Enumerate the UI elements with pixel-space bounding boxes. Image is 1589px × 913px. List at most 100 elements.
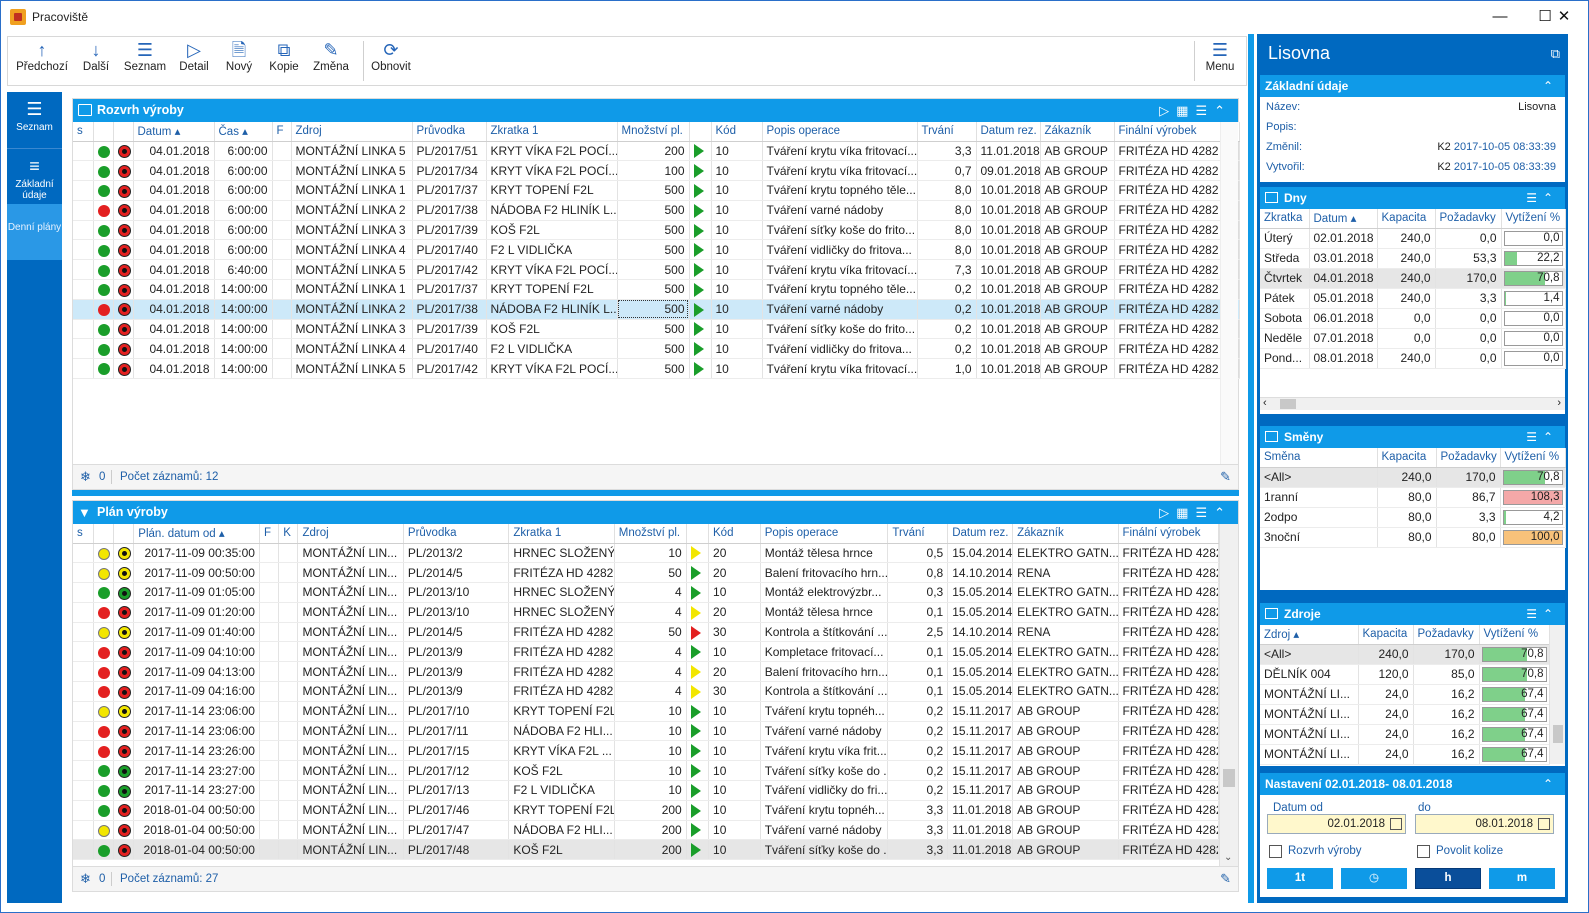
quantity-cell[interactable]: 500 bbox=[617, 319, 690, 340]
column-header[interactable]: Vytížení % bbox=[1479, 625, 1550, 645]
calendar-icon[interactable] bbox=[1390, 818, 1402, 830]
unit-clock-button[interactable]: ◷ bbox=[1341, 868, 1407, 889]
quantity-cell[interactable]: 500 bbox=[617, 358, 690, 380]
schedule-scrollbar[interactable] bbox=[1220, 122, 1238, 465]
table-row[interactable]: Úterý 02.01.2018 240,0 0,0 0,0 bbox=[1260, 228, 1566, 249]
table-row[interactable]: 2017-11-14 23:27:00 MONTÁŽNÍ LIN... PL/201… bbox=[73, 760, 1220, 782]
column-header[interactable]: Kapacita bbox=[1377, 448, 1437, 468]
column-header[interactable]: Požadavky bbox=[1413, 625, 1480, 645]
nav-item-list[interactable]: ☰ Seznam bbox=[7, 92, 62, 146]
previous-button[interactable]: ↑ Předchozí bbox=[13, 37, 71, 85]
edit-icon[interactable]: ✎ bbox=[1220, 465, 1231, 489]
column-header[interactable]: Zdroj ▴ bbox=[1260, 625, 1359, 645]
table-row[interactable]: 04.01.2018 6:00:00 MONTÁŽNÍ LINKA 4 PL/2017… bbox=[73, 239, 1240, 261]
column-header[interactable]: s bbox=[73, 122, 94, 142]
column-header[interactable]: Zákazník bbox=[1012, 524, 1119, 544]
panel-tools[interactable]: ☰⌃ bbox=[1526, 187, 1559, 209]
table-row[interactable]: 2018-01-04 00:50:00 MONTÁŽNÍ LIN... PL/201… bbox=[73, 839, 1220, 861]
table-row[interactable]: 2017-11-14 23:27:00 MONTÁŽNÍ LIN... PL/201… bbox=[73, 780, 1220, 801]
refresh-button[interactable]: ⟳ Obnovit bbox=[366, 37, 416, 85]
column-header[interactable]: Zákazník bbox=[1040, 122, 1115, 142]
table-row[interactable]: 04.01.2018 6:00:00 MONTÁŽNÍ LINKA 5 PL/2017… bbox=[73, 141, 1240, 162]
column-header[interactable] bbox=[93, 524, 115, 544]
table-row[interactable]: <All> 240,0 170,0 70,8 bbox=[1260, 467, 1566, 488]
changed-link[interactable]: 2017-10-05 08:33:39 bbox=[1454, 141, 1556, 153]
column-header[interactable]: Množství pl. bbox=[617, 122, 690, 142]
date-to-input[interactable]: 08.01.2018 bbox=[1415, 814, 1554, 834]
column-header[interactable]: Kapacita bbox=[1377, 209, 1436, 229]
quantity-cell[interactable]: 500 bbox=[617, 299, 690, 320]
column-header[interactable] bbox=[113, 122, 134, 142]
copy-button[interactable]: ⧉ Kopie bbox=[263, 37, 305, 85]
schedule-checkbox[interactable] bbox=[1269, 845, 1282, 858]
panel-tools[interactable]: ▷▦☰⌃ bbox=[1159, 501, 1232, 524]
table-row[interactable]: 2017-11-09 00:35:00 MONTÁŽNÍ LIN... PL/201… bbox=[73, 543, 1220, 564]
column-header[interactable]: Kapacita bbox=[1358, 625, 1414, 645]
table-row[interactable]: 04.01.2018 6:00:00 MONTÁŽNÍ LINKA 2 PL/2017… bbox=[73, 200, 1240, 221]
popout-icon[interactable]: ⧉ bbox=[1551, 46, 1560, 62]
column-header[interactable]: Zdroj bbox=[297, 524, 404, 544]
quantity-cell[interactable]: 500 bbox=[617, 239, 690, 261]
table-row[interactable]: DĚLNÍK 004 120,0 85,0 70,8 bbox=[1260, 664, 1550, 685]
table-row[interactable]: 04.01.2018 14:00:00 MONTÁŽNÍ LINKA 1 PL/201… bbox=[73, 279, 1240, 300]
table-row[interactable]: 2017-11-09 00:50:00 MONTÁŽNÍ LIN... PL/201… bbox=[73, 562, 1220, 584]
column-header[interactable]: Zkratka 1 bbox=[508, 524, 615, 544]
vertical-splitter[interactable] bbox=[1248, 34, 1254, 903]
table-row[interactable]: 2017-11-09 04:16:00 MONTÁŽNÍ LIN... PL/201… bbox=[73, 681, 1220, 702]
column-header[interactable]: Průvodka bbox=[412, 122, 487, 142]
next-button[interactable]: ↓ Další bbox=[74, 37, 118, 85]
table-row[interactable]: 2018-01-04 00:50:00 MONTÁŽNÍ LIN... PL/201… bbox=[73, 800, 1220, 821]
table-row[interactable]: MONTÁŽNÍ LI... 24,0 16,2 67,4 bbox=[1260, 724, 1550, 745]
nav-item-basic[interactable]: ≡ Základní údaje bbox=[7, 148, 62, 202]
created-link[interactable]: 2017-10-05 08:33:39 bbox=[1454, 161, 1556, 173]
table-row[interactable]: 04.01.2018 14:00:00 MONTÁŽNÍ LINKA 2 PL/201… bbox=[73, 299, 1240, 320]
column-header[interactable]: Trvání bbox=[917, 122, 977, 142]
table-row[interactable]: 2017-11-14 23:26:00 MONTÁŽNÍ LIN... PL/201… bbox=[73, 740, 1220, 762]
days-horizontal-scrollbar[interactable]: ‹ › bbox=[1260, 397, 1565, 410]
table-row[interactable]: 2017-11-09 01:40:00 MONTÁŽNÍ LIN... PL/201… bbox=[73, 622, 1220, 643]
column-header[interactable]: Směna bbox=[1260, 448, 1378, 468]
table-row[interactable]: 3noční 80,0 80,0 100,0 bbox=[1260, 527, 1566, 548]
table-row[interactable]: MONTÁŽNÍ LI... 24,0 16,2 67,4 bbox=[1260, 744, 1550, 765]
column-header[interactable]: K bbox=[278, 524, 299, 544]
table-row[interactable]: Pond... 08.01.2018 240,0 0,0 0,0 bbox=[1260, 348, 1566, 369]
column-header[interactable]: Požadavky bbox=[1435, 209, 1502, 229]
table-row[interactable]: 2017-11-14 23:06:00 MONTÁŽNÍ LIN... PL/201… bbox=[73, 721, 1220, 742]
quantity-cell[interactable]: 500 bbox=[617, 279, 690, 300]
close-icon[interactable]: ✕ bbox=[1541, 1, 1587, 32]
quantity-cell[interactable]: 200 bbox=[617, 141, 690, 162]
column-header[interactable] bbox=[113, 524, 135, 544]
collapse-icon[interactable]: ⌃ bbox=[1543, 75, 1559, 97]
column-header[interactable]: Popis operace bbox=[760, 524, 889, 544]
table-row[interactable]: 04.01.2018 6:00:00 MONTÁŽNÍ LINKA 1 PL/2017… bbox=[73, 180, 1240, 201]
chevron-down-icon[interactable]: ⌄ bbox=[1224, 852, 1232, 863]
panel-tools[interactable]: ☰⌃ bbox=[1526, 426, 1559, 448]
column-header[interactable]: Čas ▴ bbox=[214, 122, 273, 142]
menu-button[interactable]: ☰ Menu bbox=[1198, 37, 1242, 85]
column-header[interactable]: Průvodka bbox=[403, 524, 510, 544]
nav-item-daily-plans[interactable]: Denní plány bbox=[7, 204, 62, 260]
table-row[interactable]: 04.01.2018 6:00:00 MONTÁŽNÍ LINKA 5 PL/2017… bbox=[73, 160, 1240, 182]
table-row[interactable]: Sobota 06.01.2018 0,0 0,0 0,0 bbox=[1260, 308, 1566, 329]
quantity-cell[interactable]: 500 bbox=[617, 220, 690, 241]
panel-tools[interactable]: ☰⌃ bbox=[1526, 603, 1559, 625]
column-header[interactable]: Vytížení % bbox=[1501, 209, 1566, 229]
table-row[interactable]: 2017-11-09 01:05:00 MONTÁŽNÍ LIN... PL/201… bbox=[73, 582, 1220, 603]
quantity-cell[interactable]: 500 bbox=[617, 338, 690, 360]
edit-icon[interactable]: ✎ bbox=[1220, 867, 1231, 891]
column-header[interactable]: Zdroj bbox=[291, 122, 413, 142]
table-row[interactable]: 04.01.2018 6:40:00 MONTÁŽNÍ LINKA 5 PL/2017… bbox=[73, 259, 1240, 281]
collapse-icon[interactable]: ⌃ bbox=[1543, 773, 1559, 795]
allow-collisions-checkbox[interactable] bbox=[1417, 845, 1430, 858]
column-header[interactable]: Finální výrobek bbox=[1114, 122, 1222, 142]
column-header[interactable]: Požadavky bbox=[1436, 448, 1501, 468]
detail-button[interactable]: ▷ Detail bbox=[173, 37, 215, 85]
scroll-thumb[interactable] bbox=[1223, 769, 1235, 787]
table-row[interactable]: <All> 240,0 170,0 70,8 bbox=[1260, 644, 1550, 665]
unit-1t-button[interactable]: 1t bbox=[1267, 868, 1333, 889]
column-header[interactable]: Datum ▴ bbox=[133, 122, 215, 142]
table-row[interactable]: 2018-01-04 00:50:00 MONTÁŽNÍ LIN... PL/201… bbox=[73, 820, 1220, 841]
table-row[interactable]: 2017-11-09 04:10:00 MONTÁŽNÍ LIN... PL/201… bbox=[73, 641, 1220, 663]
column-header[interactable]: Finální výrobek bbox=[1118, 524, 1220, 544]
column-header[interactable] bbox=[686, 524, 710, 544]
